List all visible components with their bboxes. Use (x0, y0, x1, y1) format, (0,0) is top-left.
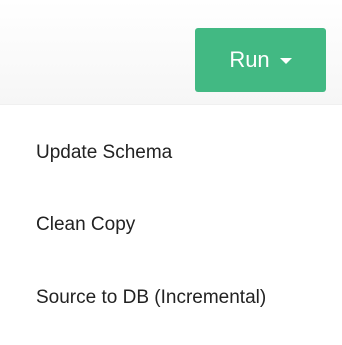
run-button[interactable]: Run (195, 28, 326, 92)
menu-item-source-to-db-incremental[interactable]: Source to DB (Incremental) (36, 287, 266, 309)
menu-item-clean-copy[interactable]: Clean Copy (36, 214, 135, 236)
run-button-label: Run (229, 47, 270, 72)
menu-item-update-schema[interactable]: Update Schema (36, 142, 172, 164)
caret-down-icon (279, 58, 292, 64)
run-dropdown-menu: Update Schema Clean Copy Source to DB (I… (0, 105, 342, 345)
